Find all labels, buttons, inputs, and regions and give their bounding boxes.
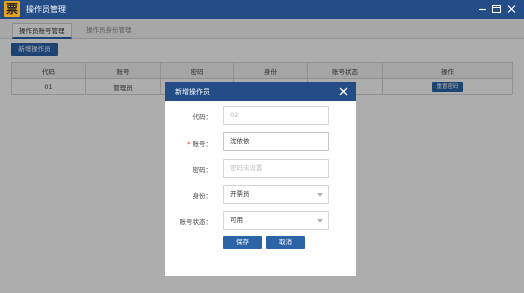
title-bar: 票 操作员管理: [0, 0, 524, 19]
dialog-title: 新增操作员: [175, 88, 210, 96]
cancel-button[interactable]: 取消: [266, 236, 305, 249]
role-label: 身份：: [192, 192, 213, 200]
status-select[interactable]: 可用: [223, 211, 329, 230]
dialog-header: 新增操作员: [165, 82, 356, 101]
account-label: * 账号：: [152, 138, 212, 148]
status-select-value: 可用: [230, 216, 243, 224]
chevron-down-icon: [317, 219, 323, 223]
password-label: 密码：: [192, 166, 213, 174]
password-field[interactable]: 密码未设置: [223, 159, 329, 178]
account-label-text: 账号：: [192, 140, 213, 148]
account-field[interactable]: 沈依依: [223, 132, 329, 151]
close-icon[interactable]: [338, 86, 349, 97]
role-select[interactable]: 开票员: [223, 185, 329, 204]
code-field: 02: [223, 106, 329, 125]
required-mark: *: [187, 140, 191, 148]
status-label: 账号状态：: [179, 218, 213, 226]
close-icon[interactable]: [506, 3, 517, 15]
window-title: 操作员管理: [26, 5, 66, 14]
restore-icon[interactable]: [491, 3, 502, 15]
chevron-down-icon: [317, 193, 323, 197]
role-select-value: 开票员: [230, 190, 250, 198]
minimize-icon[interactable]: [477, 3, 488, 15]
app-logo: 票: [4, 1, 20, 17]
code-label: 代码：: [192, 113, 213, 121]
save-button[interactable]: 保存: [223, 236, 262, 249]
